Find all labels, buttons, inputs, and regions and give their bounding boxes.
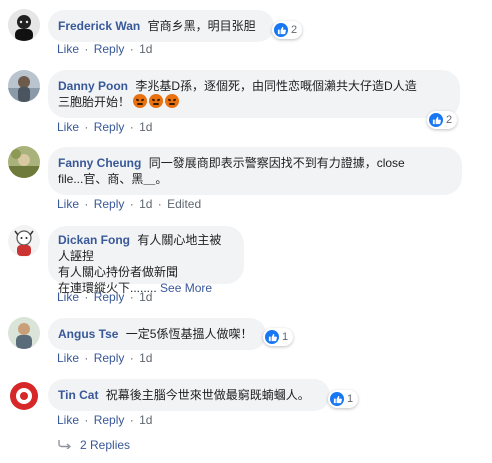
comment-actions: Like · Reply · 1d <box>57 120 152 134</box>
comment-author[interactable]: Tin Cat <box>58 388 98 402</box>
comment-item: Frederick Wan 官商乡黑，明目张胆 2 Like · Reply ·… <box>0 0 492 60</box>
comment-bubble: Fanny Cheung 同一發展商即表示警察因找不到有力證據，close fi… <box>48 147 462 195</box>
comment-author[interactable]: Angus Tse <box>58 327 118 341</box>
angry-emoji-icon <box>133 94 148 108</box>
avatar-image <box>8 70 40 102</box>
reply-button[interactable]: Reply <box>94 351 125 365</box>
reaction-count: 1 <box>282 331 289 343</box>
separator: · <box>129 42 134 56</box>
like-reaction-icon <box>429 113 443 127</box>
avatar-image <box>8 317 40 349</box>
comment-actions: Like · Reply · 1d <box>57 413 152 427</box>
timestamp[interactable]: 1d <box>139 351 152 365</box>
comment-actions: Like · Reply · 1d · Edited <box>57 197 201 211</box>
separator: · <box>84 351 89 365</box>
reply-button[interactable]: Reply <box>94 413 125 427</box>
timestamp[interactable]: 1d <box>139 197 152 211</box>
separator: · <box>84 42 89 56</box>
avatar[interactable] <box>8 317 40 349</box>
avatar[interactable] <box>8 70 40 102</box>
like-reaction-icon <box>265 330 279 344</box>
reaction-count: 1 <box>347 393 354 405</box>
avatar-image <box>8 146 40 178</box>
reaction-count-badge[interactable]: 1 <box>263 328 294 346</box>
comment-bubble: Dickan Fong 有人關心地主被人誣揑 有人關心持份者做新聞 在連環縱火下… <box>48 226 244 295</box>
reply-arrow-icon <box>58 438 72 452</box>
separator: · <box>129 120 134 134</box>
avatar-image <box>8 9 40 41</box>
avatar[interactable] <box>8 380 40 412</box>
comment-actions: Like · Reply · 1d <box>57 290 152 304</box>
separator: · <box>84 197 89 211</box>
avatar-image <box>8 225 40 257</box>
comment-author[interactable]: Dickan Fong <box>58 233 130 247</box>
reaction-count: 2 <box>446 114 453 126</box>
replies-count-label[interactable]: 2 Replies <box>80 438 130 452</box>
comment-text: file...官、商、黑＿。 <box>58 172 168 186</box>
reply-button[interactable]: Reply <box>94 42 125 56</box>
like-button[interactable]: Like <box>57 42 79 56</box>
see-more-link[interactable]: See More <box>160 281 212 295</box>
separator: · <box>129 197 134 211</box>
comment-text: 同一發展商即表示警察因找不到有力證據，close <box>148 156 405 170</box>
comment-text: 三胞胎开始！ <box>58 95 131 109</box>
comment-actions: Like · Reply · 1d <box>57 351 152 365</box>
view-replies-link[interactable]: 2 Replies <box>58 438 130 452</box>
reply-button[interactable]: Reply <box>94 290 125 304</box>
separator: · <box>84 290 89 304</box>
reaction-count-badge[interactable]: 1 <box>328 390 359 408</box>
timestamp[interactable]: 1d <box>139 290 152 304</box>
comment-author[interactable]: Fanny Cheung <box>58 156 141 170</box>
comment-bubble: Frederick Wan 官商乡黑，明目张胆 <box>48 10 274 42</box>
separator: · <box>129 351 134 365</box>
comment-bubble: Angus Tse 一定5係恆基搵人做㗎！ <box>48 318 266 350</box>
comment-text: 有人關心持份者做新聞 <box>58 265 179 279</box>
separator: · <box>129 290 134 304</box>
like-button[interactable]: Like <box>57 197 79 211</box>
comment-item: Fanny Cheung 同一發展商即表示警察因找不到有力證據，close fi… <box>0 140 492 218</box>
separator: · <box>157 197 162 211</box>
reaction-count: 2 <box>291 24 298 36</box>
comment-item: Danny Poon 李兆基D孫，逐個死，由同性恋嘅個瀨共大仔造D人造 三胞胎开… <box>0 62 492 140</box>
comment-item: Tin Cat 祝幕後主腦今世來世做最窮既蝻蟈人。 1 Like · Reply… <box>0 372 492 436</box>
reaction-count-badge[interactable]: 2 <box>272 21 303 39</box>
angry-emoji-icon <box>165 94 180 108</box>
comment-actions: Like · Reply · 1d <box>57 42 152 56</box>
separator: · <box>129 413 134 427</box>
separator: · <box>84 413 89 427</box>
reply-button[interactable]: Reply <box>94 120 125 134</box>
comment-item: Angus Tse 一定5係恆基搵人做㗎！ 1 Like · Reply · 1… <box>0 310 492 372</box>
comment-bubble: Danny Poon 李兆基D孫，逐個死，由同性恋嘅個瀨共大仔造D人造 三胞胎开… <box>48 70 460 118</box>
timestamp[interactable]: 1d <box>139 120 152 134</box>
avatar[interactable] <box>8 9 40 41</box>
reaction-count-badge[interactable]: 2 <box>427 111 458 129</box>
edited-label[interactable]: Edited <box>167 197 201 211</box>
avatar[interactable] <box>8 225 40 257</box>
separator: · <box>84 120 89 134</box>
timestamp[interactable]: 1d <box>139 42 152 56</box>
comment-text: 祝幕後主腦今世來世做最窮既蝻蟈人。 <box>105 388 310 402</box>
comment-bubble: Tin Cat 祝幕後主腦今世來世做最窮既蝻蟈人。 <box>48 379 330 411</box>
comment-item: Dickan Fong 有人關心地主被人誣揑 有人關心持份者做新聞 在連環縱火下… <box>0 218 492 310</box>
comment-author[interactable]: Danny Poon <box>58 79 128 93</box>
comment-text: 李兆基D孫，逐個死，由同性恋嘅個瀨共大仔造D人造 <box>135 79 417 93</box>
angry-emoji-icon <box>149 94 164 108</box>
comment-text: 官商乡黑，明目张胆 <box>147 19 256 33</box>
like-button[interactable]: Like <box>57 120 79 134</box>
comment-text: 一定5係恆基搵人做㗎！ <box>125 327 253 341</box>
avatar-image <box>8 380 40 412</box>
comment-author[interactable]: Frederick Wan <box>58 19 140 33</box>
like-button[interactable]: Like <box>57 413 79 427</box>
like-reaction-icon <box>274 23 288 37</box>
timestamp[interactable]: 1d <box>139 413 152 427</box>
like-button[interactable]: Like <box>57 290 79 304</box>
reply-button[interactable]: Reply <box>94 197 125 211</box>
like-button[interactable]: Like <box>57 351 79 365</box>
avatar[interactable] <box>8 146 40 178</box>
like-reaction-icon <box>330 392 344 406</box>
